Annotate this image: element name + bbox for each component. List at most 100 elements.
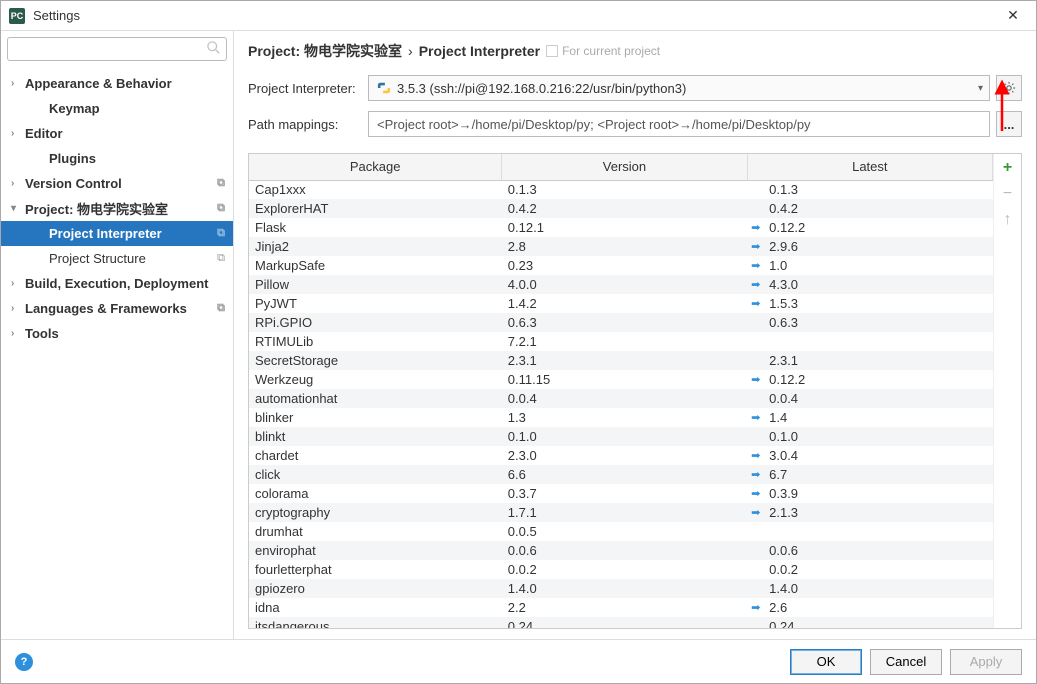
table-row[interactable]: MarkupSafe0.23➡1.0: [249, 256, 993, 275]
cancel-button[interactable]: Cancel: [870, 649, 942, 675]
package-latest: 0.6.3: [747, 313, 992, 332]
table-row[interactable]: Flask0.12.1➡0.12.2: [249, 218, 993, 237]
package-latest: 0.1.0: [747, 427, 992, 446]
settings-tree[interactable]: ›Appearance & BehaviorKeymap›EditorPlugi…: [1, 67, 233, 639]
table-row[interactable]: blinkt0.1.00.1.0: [249, 427, 993, 446]
table-row[interactable]: ExplorerHAT0.4.20.4.2: [249, 199, 993, 218]
breadcrumb-hint-text: For current project: [562, 44, 660, 58]
table-row[interactable]: SecretStorage2.3.12.3.1: [249, 351, 993, 370]
package-latest: ➡3.0.4: [747, 446, 992, 465]
table-row[interactable]: Jinja22.8➡2.9.6: [249, 237, 993, 256]
col-latest[interactable]: Latest: [747, 154, 992, 180]
table-row[interactable]: envirophat0.0.60.0.6: [249, 541, 993, 560]
package-version: 0.1.3: [502, 180, 747, 199]
sidebar-item-plugins[interactable]: Plugins: [1, 146, 233, 171]
sidebar-item-label: Build, Execution, Deployment: [25, 276, 208, 291]
apply-button[interactable]: Apply: [950, 649, 1022, 675]
package-latest: ➡2.9.6: [747, 237, 992, 256]
upgrade-arrow-icon: ➡: [751, 487, 760, 500]
upgrade-arrow-icon: ➡: [751, 601, 760, 614]
table-row[interactable]: cryptography1.7.1➡2.1.3: [249, 503, 993, 522]
package-latest-value: 6.7: [769, 467, 787, 482]
table-row[interactable]: click6.6➡6.7: [249, 465, 993, 484]
table-row[interactable]: Cap1xxx0.1.30.1.3: [249, 180, 993, 199]
sidebar-item-version-control[interactable]: ›Version Control⧉: [1, 171, 233, 196]
package-version: 2.3.1: [502, 351, 747, 370]
package-latest: ➡2.1.3: [747, 503, 992, 522]
package-latest-value: 4.3.0: [769, 277, 798, 292]
sidebar-item-label: Appearance & Behavior: [25, 76, 172, 91]
table-row[interactable]: chardet2.3.0➡3.0.4: [249, 446, 993, 465]
table-row[interactable]: itsdangerous0.240.24: [249, 617, 993, 628]
sidebar-item-appearance-behavior[interactable]: ›Appearance & Behavior: [1, 71, 233, 96]
settings-window: PC Settings ✕ ›Appearance & BehaviorKeym…: [0, 0, 1037, 684]
package-version: 4.0.0: [502, 275, 747, 294]
col-version[interactable]: Version: [502, 154, 747, 180]
upgrade-arrow-icon: ➡: [751, 506, 760, 519]
close-icon[interactable]: ✕: [998, 1, 1028, 31]
search-icon: [207, 41, 221, 55]
package-latest-value: 0.12.2: [769, 220, 805, 235]
table-row[interactable]: colorama0.3.7➡0.3.9: [249, 484, 993, 503]
table-row[interactable]: drumhat0.0.5: [249, 522, 993, 541]
package-name: itsdangerous: [249, 617, 502, 628]
breadcrumb: Project: 物电学院实验室 › Project Interpreter F…: [248, 41, 1022, 61]
copy-icon: [546, 45, 558, 57]
add-package-button[interactable]: +: [998, 158, 1018, 178]
package-version: 0.24: [502, 617, 747, 628]
breadcrumb-project: Project: 物电学院实验室: [248, 41, 402, 61]
package-version: 0.1.0: [502, 427, 747, 446]
breadcrumb-hint: For current project: [546, 44, 660, 58]
sidebar-item-languages-frameworks[interactable]: ›Languages & Frameworks⧉: [1, 296, 233, 321]
sidebar: ›Appearance & BehaviorKeymap›EditorPlugi…: [1, 31, 234, 639]
table-row[interactable]: Pillow4.0.0➡4.3.0: [249, 275, 993, 294]
package-latest-value: 0.0.2: [769, 562, 798, 577]
path-mappings-browse-button[interactable]: ...: [996, 111, 1022, 137]
package-version: 0.4.2: [502, 199, 747, 218]
interpreter-select[interactable]: 3.5.3 (ssh://pi@192.168.0.216:22/usr/bin…: [368, 75, 990, 101]
sidebar-item-label: Version Control: [25, 176, 122, 191]
search-input[interactable]: [7, 37, 227, 61]
package-name: RPi.GPIO: [249, 313, 502, 332]
package-latest: ➡1.4: [747, 408, 992, 427]
package-name: envirophat: [249, 541, 502, 560]
package-latest: ➡1.5.3: [747, 294, 992, 313]
sidebar-item-label: Project Structure: [49, 251, 146, 266]
table-row[interactable]: automationhat0.0.40.0.4: [249, 389, 993, 408]
table-row[interactable]: gpiozero1.4.01.4.0: [249, 579, 993, 598]
packages-table-scroll[interactable]: Package Version Latest Cap1xxx0.1.30.1.3…: [249, 154, 993, 628]
chevron-right-icon: ›: [11, 328, 21, 339]
python-icon: [377, 81, 391, 95]
col-package[interactable]: Package: [249, 154, 502, 180]
package-version: 1.4.0: [502, 579, 747, 598]
table-row[interactable]: idna2.2➡2.6: [249, 598, 993, 617]
table-row[interactable]: Werkzeug0.11.15➡0.12.2: [249, 370, 993, 389]
sidebar-item-project-structure[interactable]: Project Structure⧉: [1, 246, 233, 271]
upgrade-arrow-icon: ➡: [751, 411, 760, 424]
package-latest-value: 0.1.3: [769, 182, 798, 197]
package-latest: ➡0.3.9: [747, 484, 992, 503]
package-latest: ➡2.6: [747, 598, 992, 617]
package-version: 0.23: [502, 256, 747, 275]
table-row[interactable]: RTIMULib7.2.1: [249, 332, 993, 351]
path-mappings-value: <Project root>→/home/pi/Desktop/py; <Pro…: [377, 117, 811, 132]
package-latest-value: 0.1.0: [769, 429, 798, 444]
ok-button[interactable]: OK: [790, 649, 862, 675]
package-name: MarkupSafe: [249, 256, 502, 275]
table-row[interactable]: fourletterphat0.0.20.0.2: [249, 560, 993, 579]
package-name: RTIMULib: [249, 332, 502, 351]
sidebar-item-project[interactable]: ▾Project: 物电学院实验室⧉: [1, 196, 233, 221]
table-row[interactable]: RPi.GPIO0.6.30.6.3: [249, 313, 993, 332]
sidebar-item-project-interpreter[interactable]: Project Interpreter⧉: [1, 221, 233, 246]
sidebar-item-build-execution-deployment[interactable]: ›Build, Execution, Deployment: [1, 271, 233, 296]
package-name: click: [249, 465, 502, 484]
sidebar-item-tools[interactable]: ›Tools: [1, 321, 233, 346]
gear-button[interactable]: [996, 75, 1022, 101]
table-row[interactable]: PyJWT1.4.2➡1.5.3: [249, 294, 993, 313]
help-button[interactable]: ?: [15, 653, 33, 671]
sidebar-item-keymap[interactable]: Keymap: [1, 96, 233, 121]
table-row[interactable]: blinker1.3➡1.4: [249, 408, 993, 427]
package-version: 0.0.4: [502, 389, 747, 408]
sidebar-item-editor[interactable]: ›Editor: [1, 121, 233, 146]
path-mappings-input[interactable]: <Project root>→/home/pi/Desktop/py; <Pro…: [368, 111, 990, 137]
